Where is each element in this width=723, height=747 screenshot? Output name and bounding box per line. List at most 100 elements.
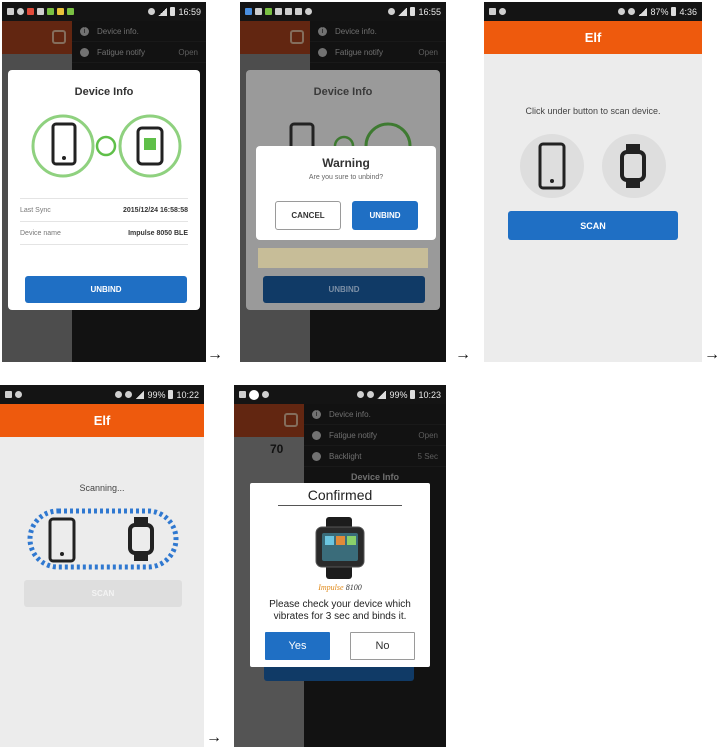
notification-icon xyxy=(295,8,302,15)
confirmed-dialog: Confirmed Impulse 8100 Please check your… xyxy=(250,483,430,667)
warning-message: Are you sure to unbind? xyxy=(308,174,384,181)
notification-icon xyxy=(47,8,54,15)
scanning-graphic xyxy=(27,508,179,570)
status-bar: 99% 10:23 xyxy=(234,385,446,404)
confirmed-title: Confirmed xyxy=(307,487,373,503)
screen-device-info: 16:59 i Device info. Fatigue notify Open D… xyxy=(2,2,206,362)
notification-icon xyxy=(67,8,74,15)
notification-icon xyxy=(285,8,292,15)
model-number: 8100 xyxy=(345,583,362,592)
scan-button[interactable]: SCAN xyxy=(508,211,678,240)
watch-icon xyxy=(128,523,154,555)
status-time: 10:22 xyxy=(176,389,199,400)
info-value: 2015/12/24 16:58:58 xyxy=(123,206,188,214)
status-time: 10:23 xyxy=(418,389,441,400)
notification-icon xyxy=(27,8,34,15)
watch-strap-bottom xyxy=(626,180,640,188)
watch-strap-top xyxy=(626,144,640,152)
dialog-title: Device Info xyxy=(74,86,134,98)
phone-home-button xyxy=(550,179,554,183)
notification-icon xyxy=(7,8,14,15)
alarm-icon xyxy=(367,391,375,398)
signal-icon xyxy=(377,390,387,399)
watch-screen-tile xyxy=(325,536,334,545)
unbind-button[interactable]: UNBIND xyxy=(263,276,425,303)
app-title-bar: Elf xyxy=(0,404,204,437)
watch-strap-top xyxy=(134,517,148,525)
flow-arrow: → xyxy=(207,346,223,363)
battery-icon xyxy=(410,390,416,399)
flow-arrow: → xyxy=(455,346,471,363)
battery-percent: 99% xyxy=(147,389,166,400)
info-label: Device name xyxy=(20,229,61,237)
dialog-title: Device Info xyxy=(313,86,373,98)
product-label: Impulse 8100 xyxy=(250,583,430,592)
notification-icon xyxy=(255,8,262,15)
phone-home-button xyxy=(60,552,64,556)
flow-arrow: → xyxy=(206,729,222,746)
link-circle-icon xyxy=(95,135,117,157)
status-bar: 16:59 xyxy=(2,2,206,21)
info-row-last-sync: Last Sync 2015/12/24 16:58:58 xyxy=(20,198,188,222)
notification-icon xyxy=(5,391,12,398)
status-time: 16:59 xyxy=(178,6,201,17)
scan-button-disabled: SCAN xyxy=(24,580,182,607)
notification-icon xyxy=(249,389,259,400)
notification-icon xyxy=(239,391,246,398)
notification-icon xyxy=(499,8,506,15)
scan-body: Scanning... SCAN xyxy=(0,437,204,747)
title-divider xyxy=(278,505,402,506)
bluetooth-icon xyxy=(148,8,156,15)
watch-icon xyxy=(620,150,646,182)
alarm-icon xyxy=(628,8,636,15)
scan-instruction: Click under button to scan device. xyxy=(525,106,661,116)
screen-scanning: 99% 10:22 Elf Scanning... SCAN xyxy=(0,385,204,747)
bluetooth-icon xyxy=(618,8,626,15)
notification-icon xyxy=(265,8,272,15)
info-label: Last Sync xyxy=(20,206,51,214)
device-link-graphic xyxy=(31,114,182,178)
notification-icon xyxy=(15,391,22,398)
warning-dialog: Warning Are you sure to unbind? CANCEL U… xyxy=(256,146,436,240)
watch-screen-tile xyxy=(336,536,345,545)
no-button[interactable]: No xyxy=(350,632,415,660)
battery-icon xyxy=(168,390,174,399)
brand-name: Impulse xyxy=(318,583,344,592)
confirm-unbind-button[interactable]: UNBIND xyxy=(352,201,418,230)
battery-percent: 87% xyxy=(650,6,669,17)
signal-icon xyxy=(135,390,145,399)
alarm-icon xyxy=(125,391,133,398)
battery-percent: 99% xyxy=(389,389,408,400)
screen-scan-start: 87% 4:36 Elf Click under button to scan d… xyxy=(484,2,702,362)
signal-icon xyxy=(398,7,408,16)
status-bar: 99% 10:22 xyxy=(0,385,204,404)
bluetooth-icon xyxy=(115,391,123,398)
phone-home-button xyxy=(62,156,66,160)
status-bar: 16:55 xyxy=(240,2,446,21)
notification-icon xyxy=(305,8,312,15)
cancel-button[interactable]: CANCEL xyxy=(275,201,341,230)
notification-icon xyxy=(37,8,44,15)
signal-icon xyxy=(158,7,168,16)
battery-icon xyxy=(671,7,677,16)
smartwatch-image xyxy=(315,517,365,579)
bluetooth-icon xyxy=(357,391,365,398)
unbind-button[interactable]: UNBIND xyxy=(25,276,187,303)
info-value: Impulse 8050 BLE xyxy=(128,229,188,237)
scan-body: Click under button to scan device. SCAN xyxy=(484,54,702,362)
bluetooth-icon xyxy=(388,8,396,15)
note-bar xyxy=(258,248,428,268)
notification-icon xyxy=(275,8,282,15)
signal-icon xyxy=(638,7,648,16)
yes-button[interactable]: Yes xyxy=(265,632,330,660)
notification-icon xyxy=(17,8,24,15)
watch-screen-tile xyxy=(347,536,356,545)
confirm-message: Please check your device which vibrates … xyxy=(269,599,411,622)
warning-title: Warning xyxy=(322,156,370,170)
device-icons xyxy=(538,142,646,190)
scanning-status: Scanning... xyxy=(79,483,125,493)
status-bar: 87% 4:36 xyxy=(484,2,702,21)
status-time: 16:55 xyxy=(418,6,441,17)
screen-unbind-warning: 16:55 i Device info. Fatigue notify Open D… xyxy=(240,2,446,362)
notification-icon xyxy=(57,8,64,15)
